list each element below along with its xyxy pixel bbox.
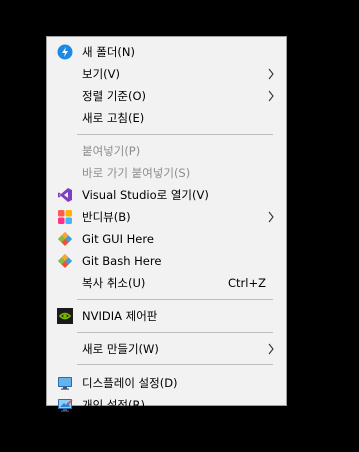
menu-item-label: NVIDIA 제어판 bbox=[82, 309, 158, 323]
menu-item-label: Git Bash Here bbox=[82, 254, 162, 268]
menu-item-label: 보기(V) bbox=[82, 67, 120, 81]
personalize-icon bbox=[58, 399, 73, 412]
menu-item-label: 정렬 기준(O) bbox=[82, 89, 146, 103]
git-icon bbox=[58, 254, 72, 268]
menu-item-new[interactable]: 새로 만들기(W) bbox=[47, 338, 286, 360]
menu-item-label: 복사 취소(U) bbox=[82, 276, 146, 290]
menu-item-bandiview[interactable]: 반디뷰(B) bbox=[47, 206, 286, 228]
chevron-right-icon bbox=[268, 90, 274, 102]
chevron-right-icon bbox=[268, 211, 274, 223]
menu-item-label: 디스플레이 설정(D) bbox=[82, 376, 178, 390]
menu-item-label: 반디뷰(B) bbox=[82, 210, 131, 224]
menu-item-label: 바로 가기 붙여넣기(S) bbox=[82, 166, 191, 180]
menu-item-label: 개인 설정(R) bbox=[82, 398, 145, 412]
lightning-icon bbox=[57, 44, 73, 60]
menu-item-label: 새로 고침(E) bbox=[82, 111, 145, 125]
nvidia-icon bbox=[57, 308, 73, 324]
menu-item-personalize[interactable]: 개인 설정(R) bbox=[47, 394, 286, 416]
menu-separator bbox=[77, 299, 273, 300]
context-menu: 새 폴더(N) 보기(V) 정렬 기준(O) 새로 고침(E) 붙여넣기(P) … bbox=[46, 36, 287, 412]
menu-item-git-gui[interactable]: Git GUI Here bbox=[47, 228, 286, 250]
menu-item-label: Git GUI Here bbox=[82, 232, 154, 246]
menu-item-nvidia-control-panel[interactable]: NVIDIA 제어판 bbox=[47, 305, 286, 327]
monitor-icon bbox=[58, 377, 72, 390]
menu-separator bbox=[77, 364, 273, 365]
menu-item-label: 새로 만들기(W) bbox=[82, 342, 159, 356]
menu-item-paste[interactable]: 붙여넣기(P) bbox=[47, 140, 286, 162]
menu-separator bbox=[77, 134, 273, 135]
chevron-right-icon bbox=[268, 343, 274, 355]
menu-item-undo-delete[interactable]: 복사 취소(U) Ctrl+Z bbox=[47, 272, 286, 294]
menu-item-new-folder[interactable]: 새 폴더(N) bbox=[47, 41, 286, 63]
chevron-right-icon bbox=[268, 68, 274, 80]
menu-item-sort-by[interactable]: 정렬 기준(O) bbox=[47, 85, 286, 107]
menu-separator bbox=[77, 332, 273, 333]
menu-item-git-bash[interactable]: Git Bash Here bbox=[47, 250, 286, 272]
visual-studio-icon bbox=[58, 188, 72, 202]
menu-item-label: 새 폴더(N) bbox=[82, 45, 135, 59]
menu-item-label: 붙여넣기(P) bbox=[82, 144, 141, 158]
menu-item-label: Visual Studio로 열기(V) bbox=[82, 188, 209, 202]
menu-item-paste-shortcut[interactable]: 바로 가기 붙여넣기(S) bbox=[47, 162, 286, 184]
menu-item-shortcut: Ctrl+Z bbox=[228, 276, 266, 290]
bandiview-icon bbox=[58, 210, 72, 224]
git-icon bbox=[58, 232, 72, 246]
menu-item-view[interactable]: 보기(V) bbox=[47, 63, 286, 85]
menu-item-display-settings[interactable]: 디스플레이 설정(D) bbox=[47, 372, 286, 394]
menu-item-refresh[interactable]: 새로 고침(E) bbox=[47, 107, 286, 129]
menu-item-open-visual-studio[interactable]: Visual Studio로 열기(V) bbox=[47, 184, 286, 206]
